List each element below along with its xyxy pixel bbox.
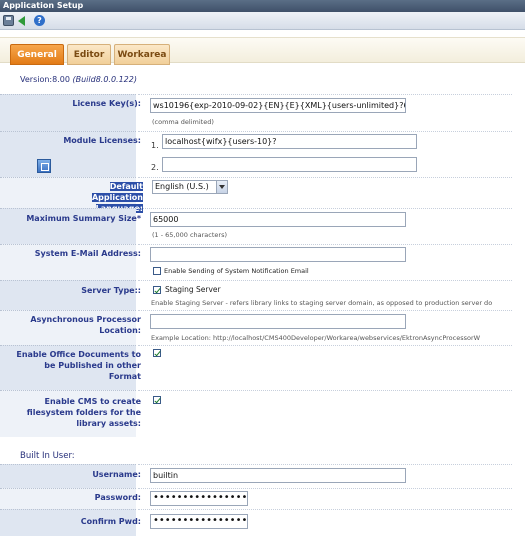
back-icon[interactable] (18, 15, 29, 26)
version-info: Version:8.00 (Build8.0.0.122) (20, 75, 137, 84)
staging-server-checkbox[interactable] (153, 286, 161, 294)
confirm-label: Confirm Pwd: (80, 517, 141, 526)
chevron-down-icon[interactable] (216, 181, 227, 193)
office-docs-label: Enable Office Documents to be Published … (16, 350, 141, 381)
email-notification-label: Enable Sending of System Notification Em… (164, 267, 309, 275)
language-selected-value: English (U.S.) (155, 182, 209, 191)
cms-folders-checkbox[interactable] (153, 396, 161, 404)
cms-folders-label: Enable CMS to create filesystem folders … (26, 397, 141, 428)
tab-workarea[interactable]: Workarea (114, 44, 170, 65)
username-input[interactable]: builtin (150, 468, 406, 483)
office-docs-checkbox[interactable] (153, 349, 161, 357)
server-type-label: Server Type:: (81, 286, 141, 295)
confirm-password-input[interactable]: •••••••••••••••••• (150, 514, 248, 529)
module-license-1-input[interactable]: localhost{wifx}{users-10}? (162, 134, 417, 149)
edit-module-icon[interactable] (37, 159, 51, 173)
password-input[interactable]: •••••••••••••••••• (150, 491, 248, 506)
summary-hint: (1 - 65,000 characters) (152, 231, 228, 239)
tab-general[interactable]: General (10, 44, 64, 65)
language-select[interactable]: English (U.S.) (152, 180, 228, 194)
staging-server-hint: Enable Staging Server - refers library l… (151, 299, 493, 307)
builtin-section-title: Built In User: (20, 451, 75, 461)
email-notification-checkbox[interactable] (153, 267, 161, 275)
office-field-cell (138, 345, 512, 390)
license-label: License Key(s): (72, 99, 141, 108)
tab-strip: General Editor Workarea (0, 37, 525, 65)
async-label: Asynchronous Processor Location: (30, 315, 141, 335)
module-number-2: 2. (151, 163, 159, 172)
module-license-2-input[interactable] (162, 157, 417, 172)
username-label: Username: (92, 470, 141, 479)
modules-label: Module Licenses: (63, 136, 141, 145)
help-icon[interactable]: ? (34, 15, 45, 26)
password-label: Password: (94, 493, 141, 502)
license-hint: (comma delimited) (152, 118, 214, 126)
version-label: Version:8.00 (20, 75, 70, 84)
license-key-input[interactable]: ws10196{exp-2010-09-02}{EN}{E}{XML}{user… (150, 98, 406, 113)
build-label: (Build8.0.0.122) (72, 75, 137, 84)
summary-size-input[interactable]: 65000 (150, 212, 406, 227)
window-title: Application Setup (0, 0, 525, 12)
toolbar: ? (0, 12, 525, 30)
async-location-input[interactable] (150, 314, 406, 329)
staging-server-label: Staging Server (165, 285, 221, 294)
email-input[interactable] (150, 247, 406, 262)
email-label: System E-Mail Address: (34, 249, 141, 258)
async-hint: Example Location: http://localhost/CMS40… (151, 334, 481, 342)
tab-editor[interactable]: Editor (67, 44, 111, 65)
summary-label: Maximum Summary Size* (26, 214, 141, 223)
module-number-1: 1. (151, 141, 159, 150)
save-icon[interactable] (3, 15, 14, 26)
cms-folders-field-cell (138, 390, 512, 437)
